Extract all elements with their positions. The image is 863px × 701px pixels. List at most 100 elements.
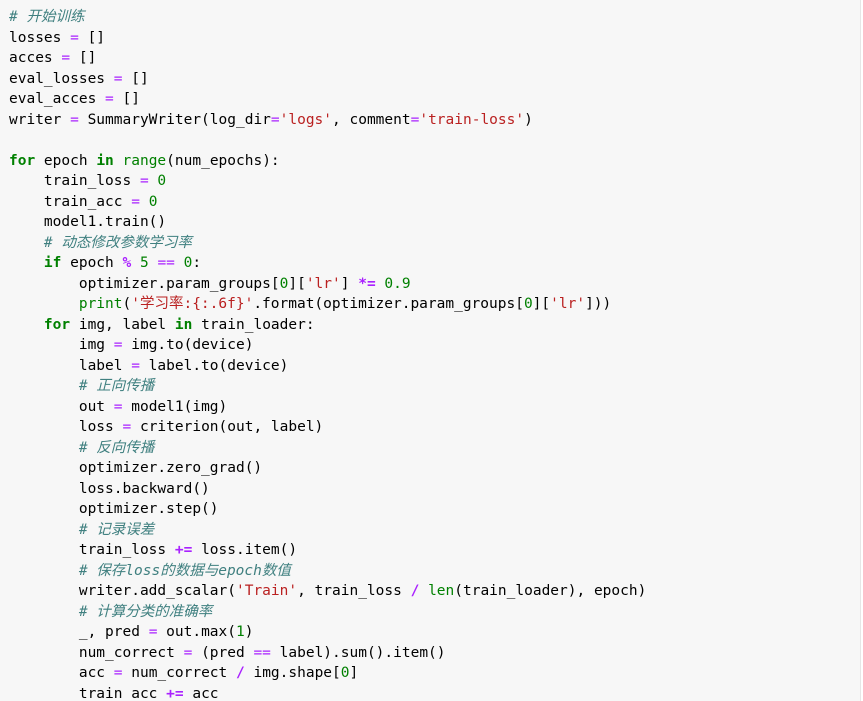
keyword-token: in: [96, 152, 114, 169]
code-text: writer.add_scalar(: [9, 583, 236, 599]
number-token: 0: [148, 193, 158, 210]
string-token: 'Train': [235, 583, 298, 599]
code-text: (pred: [192, 644, 254, 661]
code-text: optimizer.param_groups[: [9, 275, 280, 292]
builtin-token: len: [428, 583, 455, 599]
operator-token: =: [113, 665, 123, 681]
code-line: # 保存loss的数据与epoch数值: [9, 561, 646, 582]
code-text: []: [122, 70, 149, 87]
code-text: train_loader:: [192, 316, 315, 333]
operator-token: /: [236, 665, 245, 681]
code-text: eval_losses: [9, 70, 114, 87]
code-text: optimizer.step(): [9, 501, 219, 517]
code-line: losses = []: [9, 28, 646, 49]
operator-token: =: [105, 91, 114, 107]
code-text: num_correct: [9, 644, 184, 661]
code-line: # 计算分类的准确率: [9, 602, 646, 623]
code-text: (train_loader), epoch): [454, 583, 647, 599]
code-line: if epoch % 5 == 0:: [9, 253, 646, 274]
code-text: (: [122, 296, 132, 312]
code-text: ][: [532, 296, 551, 312]
code-text: .format(optimizer.param_groups[: [253, 296, 524, 312]
keyword-token: for: [43, 316, 71, 333]
code-text: _, pred: [9, 624, 149, 640]
code-text: train_acc: [9, 193, 132, 210]
code-text: epoch: [61, 255, 123, 271]
code-text: loss: [9, 419, 123, 435]
code-line: eval_losses = []: [9, 69, 646, 90]
operator-token: *=: [358, 275, 376, 292]
code-text: criterion(out, label): [131, 419, 324, 435]
operator-token: %: [122, 255, 132, 271]
code-text: acc: [9, 665, 114, 681]
code-text: label).sum().item(): [270, 644, 446, 661]
code-text: label.to(device): [139, 357, 289, 374]
code-cell[interactable]: # 开始训练 losses = [] acces = [] eval_losses =…: [0, 0, 861, 701]
code-text: train_acc: [9, 685, 167, 701]
code-line: writer.add_scalar('Train', train_loss / …: [9, 581, 647, 602]
string-token: '学习率:{:.6f}': [131, 296, 254, 312]
comment-token: # 动态修改参数学习率: [43, 234, 192, 251]
code-line: optimizer.zero_grad(): [9, 458, 646, 479]
number-token: 0: [157, 173, 167, 189]
code-text: []: [78, 29, 106, 46]
code-line: label = label.to(device): [9, 356, 646, 377]
code-text: img, label: [70, 316, 175, 333]
code-editor[interactable]: # 开始训练 losses = [] acces = [] eval_losses =…: [9, 7, 646, 701]
operator-token: +=: [166, 685, 184, 701]
code-text: img.shape[: [244, 665, 341, 681]
code-text: acces: [9, 50, 62, 66]
code-line: _, pred = out.max(1): [9, 622, 646, 643]
code-line: acces = []: [9, 48, 646, 69]
code-text: ]: [340, 275, 359, 292]
code-text: ][: [288, 275, 306, 292]
code-line: num_correct = (pred == label).sum().item…: [9, 643, 646, 664]
code-text: out: [9, 398, 114, 415]
code-text: :: [192, 255, 202, 271]
comment-token: # 保存loss的数据与epoch数值: [78, 562, 291, 579]
code-text: (num_epochs):: [166, 152, 280, 169]
string-token: 'train-loss': [419, 111, 525, 128]
operator-token: =: [70, 29, 79, 46]
code-text: losses: [9, 29, 71, 46]
code-text: writer: [9, 111, 71, 128]
code-line: optimizer.param_groups[0]['lr'] *= 0.9: [9, 274, 646, 295]
code-line: # 开始训练: [9, 7, 646, 28]
code-text: []: [113, 91, 140, 107]
code-text: , comment: [332, 111, 411, 128]
builtin-token: print: [78, 296, 123, 312]
keyword-token: for: [9, 152, 36, 169]
operator-token: =: [61, 50, 71, 66]
code-line: eval_acces = []: [9, 89, 646, 110]
code-text: label: [9, 357, 132, 374]
code-line: train_loss = 0: [9, 171, 646, 192]
string-token: 'lr': [550, 296, 586, 312]
keyword-token: if: [43, 255, 62, 271]
code-text: []: [70, 50, 97, 66]
code-text: out.max(: [157, 624, 236, 640]
number-token: 1: [236, 624, 245, 640]
code-line: loss.backward(): [9, 479, 646, 500]
code-text: , train_loss: [297, 583, 411, 599]
code-text: epoch: [35, 152, 97, 169]
code-line: # 动态修改参数学习率: [9, 233, 646, 254]
operator-token: =: [70, 111, 79, 128]
comment-token: # 计算分类的准确率: [78, 603, 213, 620]
comment-token: # 正向传播: [78, 378, 155, 394]
code-text: ): [244, 624, 254, 640]
code-text: eval_acces: [9, 91, 106, 107]
code-text: SummaryWriter(log_dir: [78, 111, 271, 128]
operator-token: =: [270, 111, 280, 128]
comment-token: # 反向传播: [78, 439, 155, 456]
